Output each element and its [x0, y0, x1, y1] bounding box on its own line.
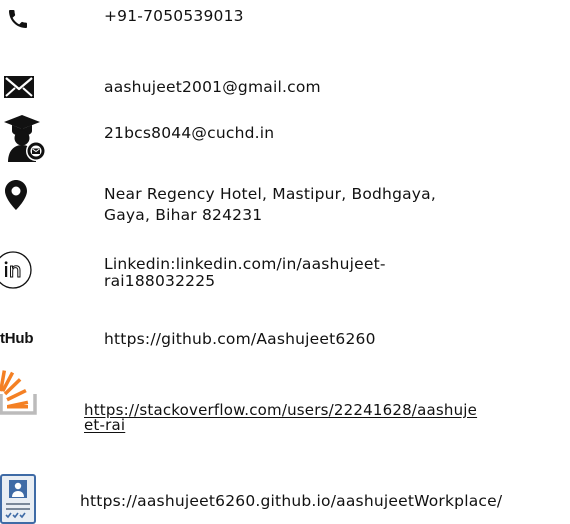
resume-document-icon	[0, 474, 36, 524]
github-url[interactable]: https://github.com/Aashujeet6260	[104, 330, 376, 349]
portfolio-url[interactable]: https://aashujeet6260.github.io/aashujee…	[80, 492, 502, 511]
email-address[interactable]: aashujeet2001@gmail.com	[104, 78, 321, 97]
location-pin-icon	[5, 180, 27, 210]
stackoverflow-line-1[interactable]: https://stackoverflow.com/users/22241628…	[84, 401, 477, 420]
linkedin-line-2[interactable]: rai188032225	[104, 272, 215, 291]
college-email-address[interactable]: 21bcs8044@cuchd.in	[104, 124, 274, 143]
phone-number: +91-7050539013	[104, 7, 244, 25]
envelope-icon	[4, 76, 34, 98]
github-logo: itHub	[0, 330, 34, 347]
stackoverflow-icon	[0, 370, 37, 415]
phone-icon	[9, 10, 27, 28]
address-line-1: Near Regency Hotel, Mastipur, Bodhgaya,	[104, 185, 437, 203]
graduate-email-icon	[4, 115, 46, 162]
address-line-2: Gaya, Bihar 824231	[104, 206, 263, 224]
linkedin-icon[interactable]	[0, 250, 38, 290]
stackoverflow-line-2[interactable]: et-rai	[84, 416, 125, 435]
